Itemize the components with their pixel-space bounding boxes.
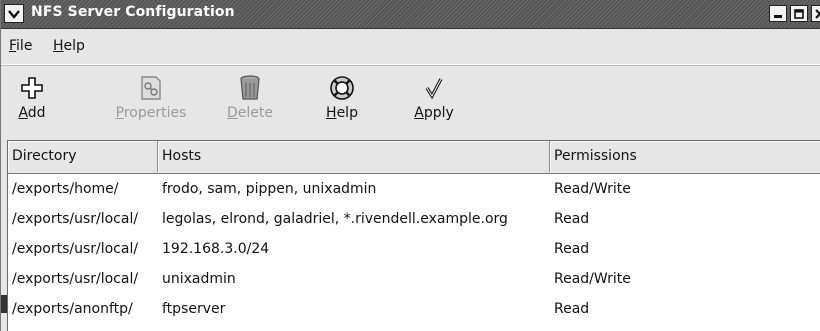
cell-permissions: Read xyxy=(554,241,590,257)
table-body: /exports/home/ frodo, sam, pippen, unixa… xyxy=(8,174,820,324)
minimize-button[interactable] xyxy=(769,5,787,22)
menu-bar: File Help xyxy=(1,29,820,66)
shares-table: Directory Hosts Permissions /exports/hom… xyxy=(7,140,820,331)
cell-hosts: 192.168.3.0/24 xyxy=(162,241,270,257)
delete-label: Delete xyxy=(227,105,273,121)
properties-button[interactable]: Properties xyxy=(111,74,191,134)
cell-permissions: Read xyxy=(554,211,590,227)
apply-label: Apply xyxy=(414,105,454,121)
window-title: NFS Server Configuration xyxy=(31,4,235,20)
table-row[interactable]: /exports/anonftp/ ftpserver Read xyxy=(8,294,820,324)
help-label: Help xyxy=(326,105,358,121)
apply-button[interactable]: Apply xyxy=(410,74,458,134)
window-edge xyxy=(1,295,7,313)
menu-help[interactable]: Help xyxy=(53,38,85,54)
minimize-icon xyxy=(774,14,782,18)
cell-permissions: Read xyxy=(554,301,590,317)
cell-directory: /exports/anonftp/ xyxy=(12,301,133,317)
menu-file-label: ile xyxy=(16,38,33,54)
cell-hosts: legolas, elrond, galadriel, *.rivendell.… xyxy=(162,211,508,227)
cell-permissions: Read/Write xyxy=(554,181,631,197)
add-icon xyxy=(21,77,43,99)
table-row[interactable]: /exports/home/ frodo, sam, pippen, unixa… xyxy=(8,174,820,204)
close-button[interactable] xyxy=(811,5,820,22)
close-icon xyxy=(815,8,820,19)
menu-file-mnemonic: F xyxy=(9,38,17,54)
cell-directory: /exports/usr/local/ xyxy=(12,211,139,227)
chevron-down-icon xyxy=(8,9,20,19)
title-bar[interactable]: NFS Server Configuration xyxy=(1,0,820,29)
help-button[interactable]: Help xyxy=(323,74,361,134)
menu-help-mnemonic: H xyxy=(53,38,64,54)
properties-icon xyxy=(141,76,161,100)
delete-button[interactable]: Delete xyxy=(223,74,277,134)
toolbar: Add Properties Delete Help Apply xyxy=(1,66,820,136)
maximize-button[interactable] xyxy=(790,5,808,22)
nfs-config-window: NFS Server Configuration File Help Add P… xyxy=(0,0,820,331)
cell-directory: /exports/home/ xyxy=(12,181,119,197)
cell-hosts: unixadmin xyxy=(162,271,236,287)
add-label: Add xyxy=(18,105,46,121)
menu-help-label: elp xyxy=(63,38,85,54)
menu-file[interactable]: File xyxy=(9,38,32,54)
window-menu-button[interactable] xyxy=(4,4,24,23)
table-row[interactable]: /exports/usr/local/ unixadmin Read/Write xyxy=(8,264,820,294)
table-header: Directory Hosts Permissions xyxy=(8,141,820,174)
table-row[interactable]: /exports/usr/local/ legolas, elrond, gal… xyxy=(8,204,820,234)
cell-hosts: frodo, sam, pippen, unixadmin xyxy=(162,181,377,197)
lifebuoy-icon xyxy=(330,76,354,100)
cell-directory: /exports/usr/local/ xyxy=(12,241,139,257)
column-header-directory[interactable]: Directory xyxy=(8,141,158,172)
table-row[interactable]: /exports/usr/local/ 192.168.3.0/24 Read xyxy=(8,234,820,264)
cell-permissions: Read/Write xyxy=(554,271,631,287)
delete-icon xyxy=(240,75,260,100)
add-button[interactable]: Add xyxy=(18,74,46,134)
cell-directory: /exports/usr/local/ xyxy=(12,271,139,287)
maximize-icon xyxy=(794,8,804,19)
column-header-permissions[interactable]: Permissions xyxy=(550,141,820,172)
properties-label: Properties xyxy=(115,105,187,121)
column-header-hosts[interactable]: Hosts xyxy=(158,141,550,172)
checkmark-icon xyxy=(425,78,443,100)
cell-hosts: ftpserver xyxy=(162,301,226,317)
